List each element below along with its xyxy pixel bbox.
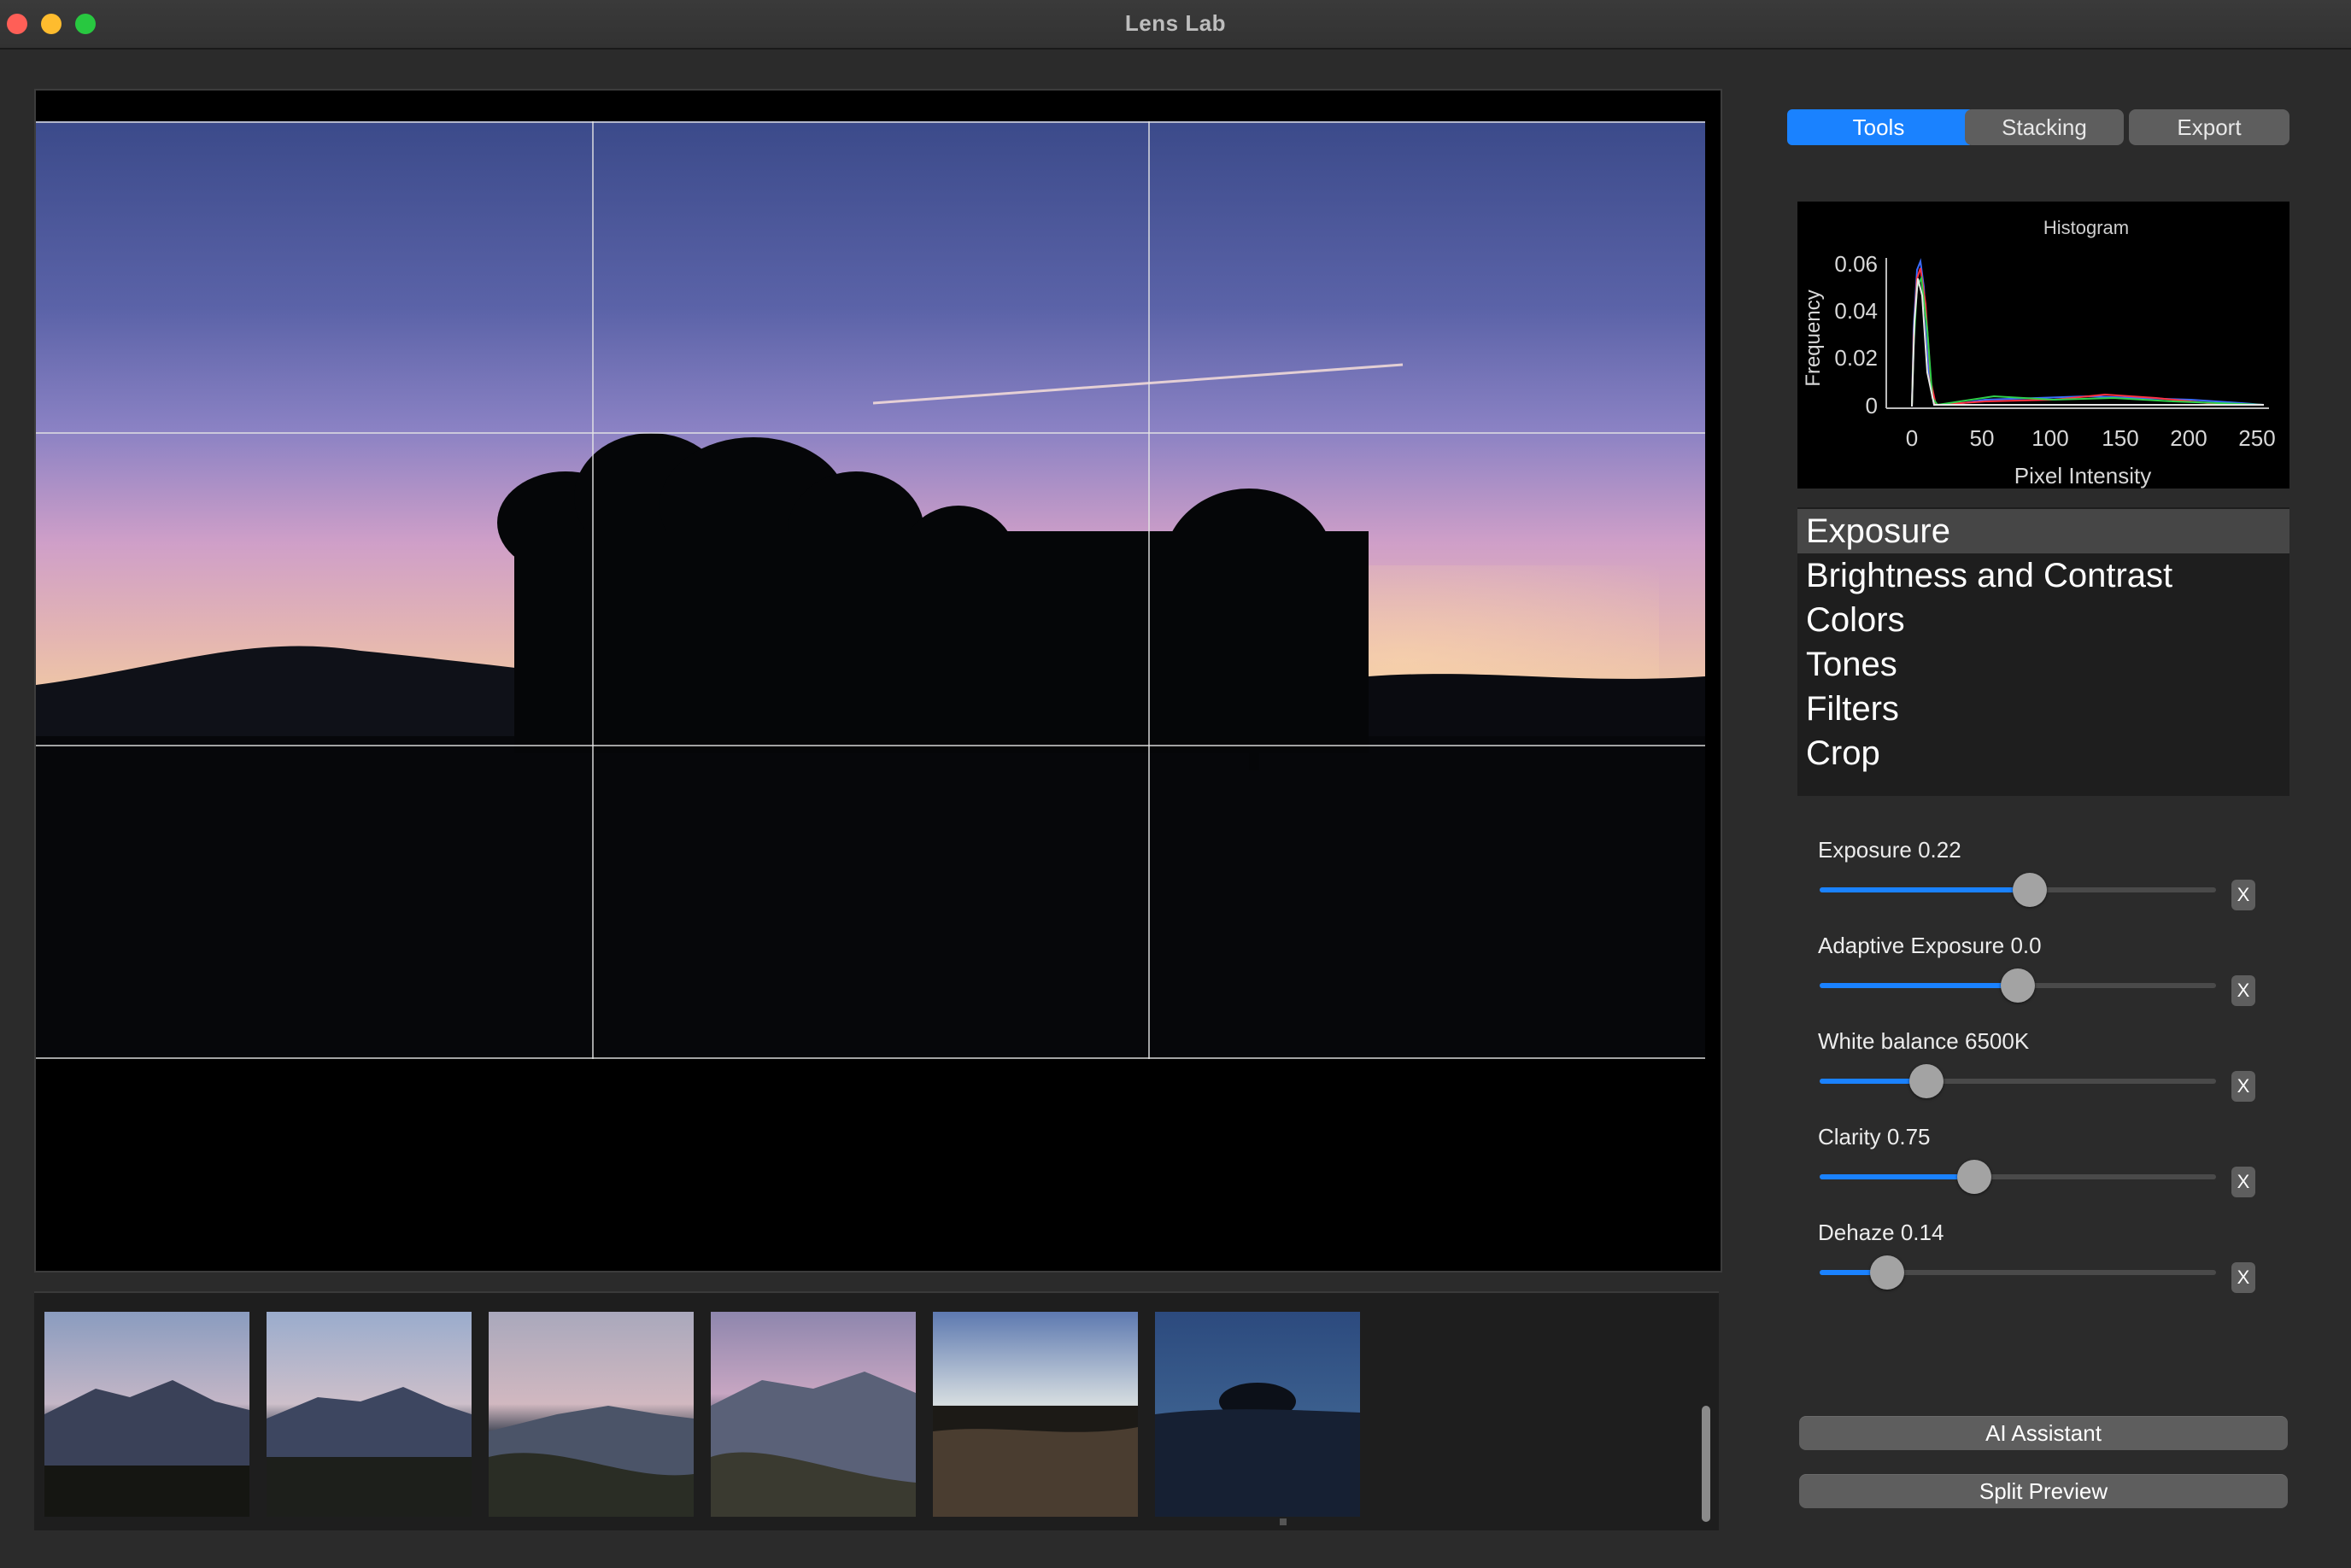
tool-exposure[interactable]: Exposure	[1797, 509, 2289, 553]
clarity-reset-button[interactable]: X	[2231, 1167, 2255, 1197]
filmstrip-scrollbar[interactable]	[1702, 1406, 1710, 1522]
histogram-curve-white	[1911, 278, 2264, 407]
white-balance-slider[interactable]	[1820, 1064, 2216, 1098]
x-tick-100: 100	[2031, 425, 2068, 451]
histogram-title: Histogram	[2043, 217, 2129, 238]
grid-line-v2	[1148, 121, 1150, 1059]
y-tick-0: 0	[1866, 393, 1878, 418]
thumbnail-2[interactable]	[267, 1312, 472, 1517]
adaptive-exposure-slider-fill	[1820, 983, 2018, 988]
histogram-curve-red	[1911, 267, 2265, 407]
exposure-slider-label: Exposure 0.22	[1818, 837, 1961, 863]
y-tick-0.06: 0.06	[1834, 251, 1878, 277]
filmstrip[interactable]	[34, 1291, 1719, 1530]
histogram-panel: Histogram 0.06 0.04 0.02 0 0 50 100 150 …	[1797, 202, 2289, 489]
x-tick-50: 50	[1970, 425, 1995, 451]
thumbnail-1-scene	[44, 1380, 249, 1517]
thumbnail-4[interactable]	[711, 1312, 916, 1517]
crop-border-top	[36, 121, 1705, 123]
y-tick-0.04: 0.04	[1834, 298, 1878, 324]
photo-silhouette	[36, 363, 1705, 1059]
split-preview-button[interactable]: Split Preview	[1799, 1474, 2288, 1508]
clarity-slider-knob[interactable]	[1956, 1160, 1991, 1194]
tool-filters[interactable]: Filters	[1797, 687, 2289, 731]
histogram-xlabel: Pixel Intensity	[2014, 463, 2151, 489]
histogram-curve-green	[1911, 275, 2265, 407]
adaptive-exposure-slider-label: Adaptive Exposure 0.0	[1818, 933, 2042, 958]
thumbnail-6[interactable]	[1155, 1312, 1360, 1517]
x-tick-250: 250	[2238, 425, 2275, 451]
preview-photo[interactable]	[36, 121, 1705, 1059]
tab-tools[interactable]: Tools	[1787, 109, 1970, 145]
clarity-slider-fill	[1820, 1174, 1974, 1179]
thumbnail-2-scene	[267, 1387, 472, 1517]
filmstrip-scroll-indicator	[1280, 1518, 1287, 1525]
tool-colors[interactable]: Colors	[1797, 598, 2289, 642]
thumbnail-4-scene	[711, 1372, 916, 1517]
clarity-slider-label: Clarity 0.75	[1818, 1124, 1931, 1150]
x-tick-200: 200	[2170, 425, 2207, 451]
thumbnail-3-scene	[489, 1406, 694, 1517]
grid-line-h2	[36, 745, 1705, 746]
app-window: Lens Lab Tools Stacking Export Histogram…	[0, 0, 2351, 1568]
x-tick-150: 150	[2102, 425, 2138, 451]
histogram-ylabel: Frequency	[1802, 290, 1825, 386]
dehaze-reset-button[interactable]: X	[2231, 1262, 2255, 1293]
dehaze-slider[interactable]	[1820, 1255, 2216, 1290]
dehaze-slider-label: Dehaze 0.14	[1818, 1220, 1944, 1245]
histogram-chart: Histogram 0.06 0.04 0.02 0 0 50 100 150 …	[1802, 217, 2276, 489]
ai-assistant-button[interactable]: AI Assistant	[1799, 1416, 2288, 1450]
white-balance-slider-label: White balance 6500K	[1818, 1028, 2030, 1054]
white-balance-slider-knob[interactable]	[1909, 1064, 1944, 1098]
window-title: Lens Lab	[1124, 10, 1227, 36]
crop-border-bottom	[36, 1057, 1705, 1059]
title-bar: Lens Lab	[0, 0, 2351, 50]
tool-crop[interactable]: Crop	[1797, 731, 2289, 775]
thumbnail-5-scene	[933, 1406, 1138, 1517]
thumbnail-3[interactable]	[489, 1312, 694, 1517]
thumbnail-5[interactable]	[933, 1312, 1138, 1517]
tab-export[interactable]: Export	[2129, 109, 2289, 145]
tool-list: Exposure Brightness and Contrast Colors …	[1797, 507, 2289, 796]
exposure-reset-button[interactable]: X	[2231, 880, 2255, 910]
adaptive-exposure-slider[interactable]	[1820, 968, 2216, 1003]
y-tick-0.02: 0.02	[1834, 345, 1878, 371]
thumbnail-6-scene	[1155, 1383, 1360, 1517]
dehaze-slider-knob[interactable]	[1869, 1255, 1904, 1290]
x-tick-0: 0	[1906, 425, 1918, 451]
white-balance-reset-button[interactable]: X	[2231, 1071, 2255, 1102]
clarity-slider[interactable]	[1820, 1160, 2216, 1194]
histogram-curve-blue	[1911, 258, 2265, 407]
tab-stacking[interactable]: Stacking	[1965, 109, 2124, 145]
grid-line-v1	[592, 121, 594, 1059]
exposure-slider[interactable]	[1820, 873, 2216, 907]
tool-tones[interactable]: Tones	[1797, 642, 2289, 687]
exposure-slider-fill	[1820, 887, 2030, 892]
thumbnail-1[interactable]	[44, 1312, 249, 1517]
adaptive-exposure-reset-button[interactable]: X	[2231, 975, 2255, 1006]
tool-brightness-contrast[interactable]: Brightness and Contrast	[1797, 553, 2289, 598]
exposure-slider-knob[interactable]	[2012, 873, 2047, 907]
adaptive-exposure-slider-knob[interactable]	[2001, 968, 2035, 1003]
grid-line-h1	[36, 432, 1705, 434]
